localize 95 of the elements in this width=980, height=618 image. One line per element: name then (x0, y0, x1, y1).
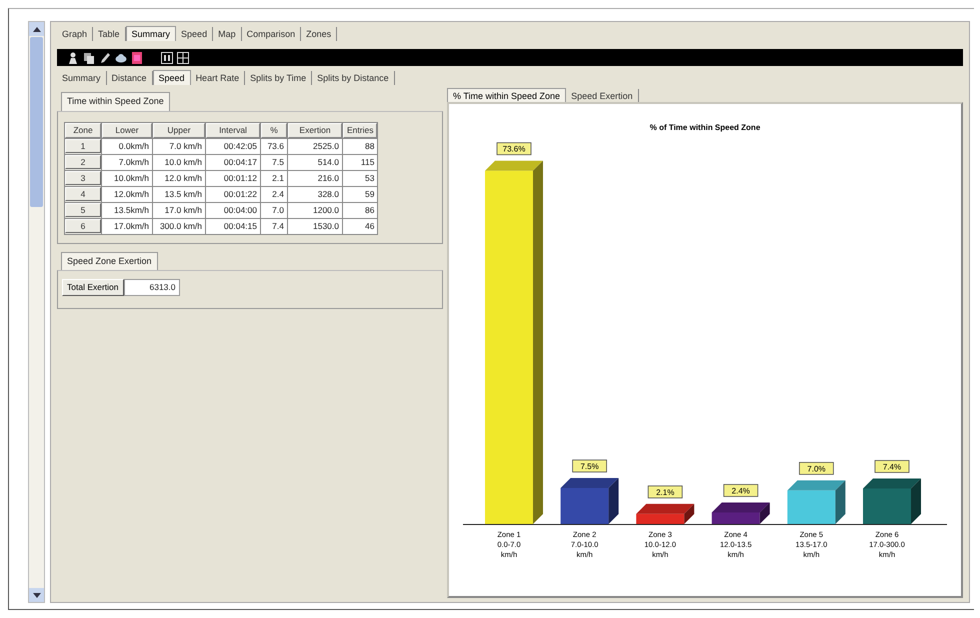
table-cell: 115 (343, 154, 378, 170)
group-title: Time within Speed Zone (61, 92, 170, 110)
bar-depth-drawing (863, 478, 921, 524)
table-cell: 00:01:12 (206, 170, 260, 186)
value-label: 7.5% (572, 460, 607, 472)
zone-button[interactable]: 1 (65, 139, 101, 153)
table-cell: 0.0km/h (102, 138, 152, 154)
data-label: 7.5% (580, 462, 599, 471)
zone-button[interactable]: 2 (65, 155, 101, 169)
tab[interactable]: Comparison (242, 27, 302, 41)
tab[interactable]: Summary (57, 71, 107, 85)
value-label: 7.0% (799, 462, 834, 475)
column-header[interactable]: Lower (102, 122, 152, 138)
table-cell: 00:42:05 (206, 138, 260, 154)
table-cell: 7.0 km/h (153, 138, 205, 154)
table-cell: 300.0 km/h (153, 218, 205, 234)
tab[interactable]: Heart Rate (190, 71, 246, 85)
table-cell: 53 (343, 170, 378, 186)
grid-icon[interactable] (177, 52, 189, 64)
table-cell: 00:01:22 (206, 186, 260, 202)
table-cell: 59 (343, 186, 378, 202)
zone-button[interactable]: 3 (65, 171, 101, 185)
table-cell: 2.4 (261, 186, 287, 202)
value-label: 2.4% (723, 484, 758, 497)
column-header[interactable]: Zone (65, 122, 101, 138)
scrollbar-thumb[interactable] (30, 37, 43, 207)
table-cell: 2525.0 (288, 138, 342, 154)
bar-depth-drawing (560, 478, 619, 524)
tab[interactable]: % Time within Speed Zone (447, 88, 566, 103)
down-arrow-icon (32, 592, 40, 598)
data-label: 7.4% (882, 462, 902, 472)
table-cell: 10.0 km/h (153, 154, 205, 170)
table-cell: 2.1 (261, 170, 287, 186)
tab[interactable]: Speed (176, 27, 214, 41)
column-header[interactable]: % (261, 122, 287, 138)
table-cell: 1200.0 (288, 202, 342, 218)
table-cell: 12.0 km/h (153, 170, 205, 186)
total-exertion-button[interactable]: Total Exertion (62, 279, 124, 296)
table-cell: 00:04:17 (206, 154, 260, 170)
table-cell: 1530.0 (288, 218, 342, 234)
value-label: 73.6% (496, 142, 532, 156)
data-label: 2.1% (656, 488, 674, 497)
table-cell: 328.0 (288, 186, 342, 202)
tab[interactable]: Splits by Time (245, 71, 312, 85)
data-label: 2.4% (732, 486, 750, 496)
group-title: Speed Zone Exertion (61, 252, 158, 270)
scroll-down-button[interactable] (29, 588, 44, 602)
table-cell: 7.0km/h (102, 154, 152, 170)
table-cell: 88 (343, 138, 378, 154)
table-cell: 216.0 (288, 170, 342, 186)
scroll-up-button[interactable] (29, 22, 44, 36)
table-cell: 12.0km/h (102, 186, 152, 202)
up-arrow-icon (32, 26, 40, 32)
bar-depth-drawing (636, 504, 694, 524)
tab[interactable]: Graph (57, 27, 94, 41)
tab[interactable]: Speed (152, 70, 191, 85)
zone-button[interactable]: 4 (65, 187, 101, 201)
table-cell: 7.4 (261, 218, 287, 234)
bar-depth-drawing (712, 502, 770, 524)
data-label: 7.0% (807, 464, 826, 474)
tab[interactable]: Summary (126, 26, 176, 41)
copy-icon[interactable] (83, 52, 95, 64)
split-view-icon[interactable] (161, 52, 173, 64)
column-header[interactable]: Exertion (288, 122, 342, 138)
figure-icon[interactable] (67, 52, 79, 64)
table-cell: 00:04:15 (206, 218, 260, 234)
table-cell: 7.0 (261, 202, 287, 218)
chart-title: % of Time within Speed Zone (650, 123, 760, 132)
table-cell: 13.5 km/h (153, 186, 205, 202)
cloud-icon[interactable] (115, 52, 127, 64)
table-cell: 86 (343, 202, 378, 218)
document-icon[interactable] (131, 52, 143, 64)
pen-icon[interactable] (99, 52, 111, 64)
table-cell: 00:04:00 (206, 202, 260, 218)
table-cell: 514.0 (288, 154, 342, 170)
table-cell: 13.5km/h (102, 202, 152, 218)
table-cell: 17.0km/h (102, 218, 152, 234)
table-cell: 17.0 km/h (153, 202, 205, 218)
data-label: 73.6% (502, 144, 526, 154)
total-exertion-field[interactable]: 6313.0 (124, 279, 180, 296)
column-header[interactable]: Upper (153, 122, 205, 138)
bar-depth-drawing (787, 480, 846, 524)
value-label: 7.4% (874, 460, 910, 473)
zone-button[interactable]: 6 (65, 219, 101, 233)
column-header[interactable]: Interval (206, 122, 260, 138)
table-cell: 73.6 (261, 138, 287, 154)
zone-button[interactable]: 5 (65, 203, 101, 217)
table-cell: 10.0km/h (102, 170, 152, 186)
tab[interactable]: Splits by Distance (312, 71, 395, 85)
value-label: 2.1% (648, 486, 683, 498)
tab[interactable]: Map (213, 27, 242, 41)
tab[interactable]: Zones (301, 27, 338, 41)
table-cell: 46 (343, 218, 378, 234)
column-header[interactable]: Entries (343, 122, 378, 138)
table-cell: 7.5 (261, 154, 287, 170)
